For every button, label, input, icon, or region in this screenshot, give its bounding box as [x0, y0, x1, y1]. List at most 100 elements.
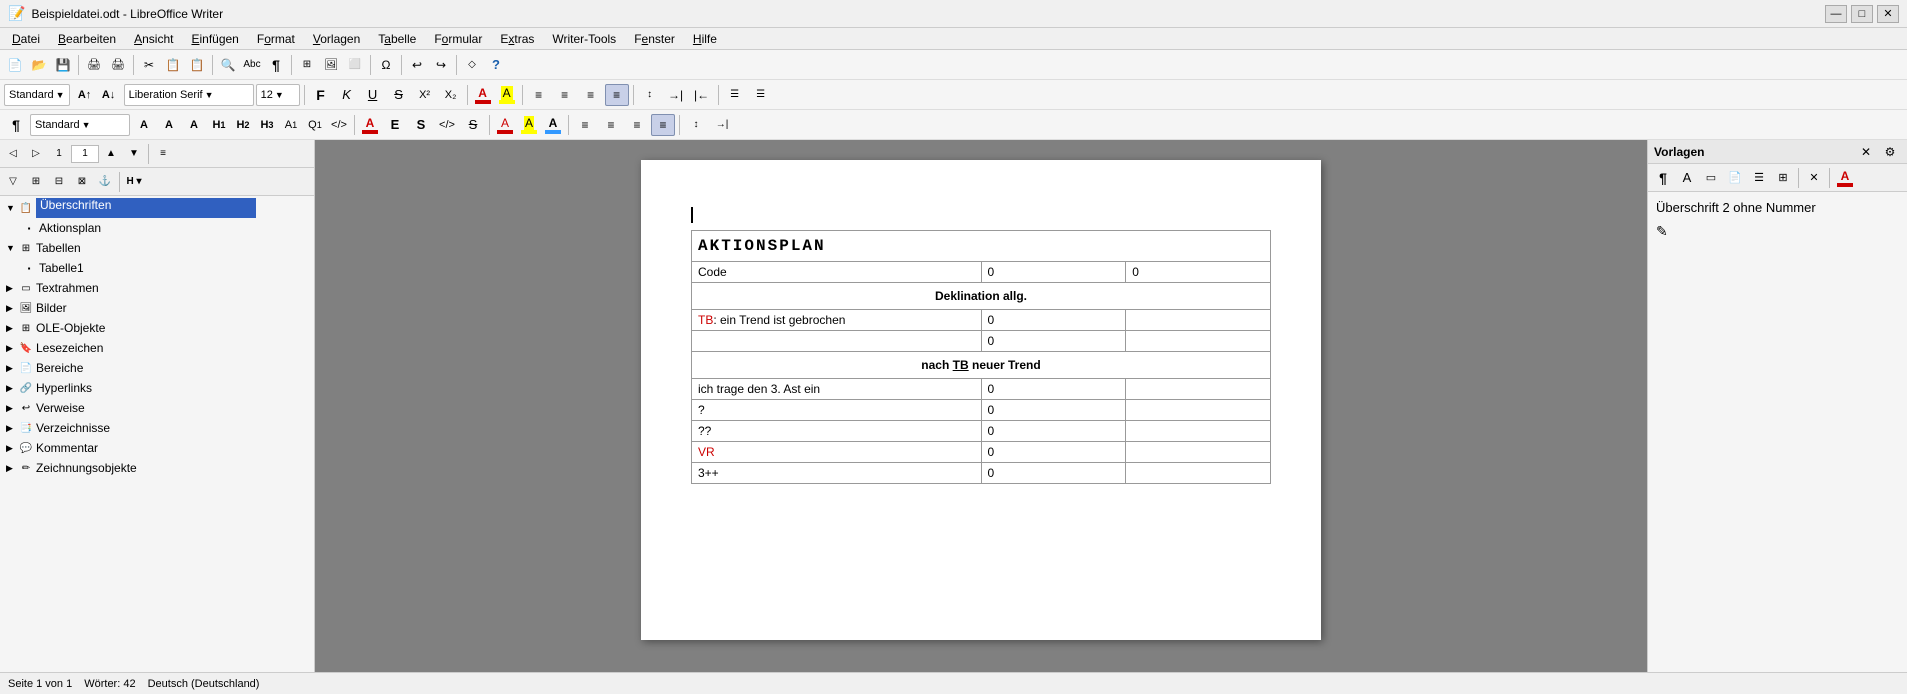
nav-item-tabelle1[interactable]: ▪ Tabelle1 — [2, 258, 312, 278]
para-align-justify[interactable]: ≡ — [651, 114, 675, 136]
nav-item-bereiche[interactable]: ▶ 📄 Bereiche — [2, 358, 312, 378]
nav-item-aktionsplan[interactable]: ▪ Aktionsplan — [2, 218, 312, 238]
nav-next[interactable]: ▷ — [25, 143, 47, 165]
italic-button[interactable]: K — [335, 84, 359, 106]
increase-font[interactable]: A↑ — [74, 84, 96, 106]
para-line-spacing[interactable]: ↕ — [684, 114, 708, 136]
print-button[interactable]: 🖨 — [107, 54, 129, 76]
vorlagen-close[interactable]: ✕ — [1855, 141, 1877, 163]
open-button[interactable]: 📂 — [28, 54, 50, 76]
nav-filter[interactable]: ▽ — [2, 171, 24, 193]
nav-item-lesezeichen[interactable]: ▶ 🔖 Lesezeichen — [2, 338, 312, 358]
expand-icon-4[interactable]: ▶ — [6, 303, 16, 314]
menu-format[interactable]: Format — [249, 30, 303, 48]
nav-item-verzeichnisse[interactable]: ▶ 📑 Verzeichnisse — [2, 418, 312, 438]
strikethrough-button[interactable]: S — [387, 84, 411, 106]
q-btn[interactable]: Q1 — [304, 114, 326, 136]
char-color-btn[interactable]: A — [359, 114, 381, 136]
special-char[interactable]: Ω — [375, 54, 397, 76]
bold-button[interactable]: F — [309, 84, 333, 106]
document-page[interactable]: AKTIONSPLAN Code 0 0 Deklination allg. T… — [641, 160, 1321, 640]
nav-item-hyperlinks[interactable]: ▶ 🔗 Hyperlinks — [2, 378, 312, 398]
h3-button[interactable]: A — [182, 114, 206, 136]
char-color-2[interactable]: A — [542, 114, 564, 136]
help-button[interactable]: ? — [485, 54, 507, 76]
maximize-button[interactable]: □ — [1851, 5, 1873, 23]
line-spacing[interactable]: ↕ — [638, 84, 662, 106]
page-input[interactable] — [71, 145, 99, 163]
formatting-marks[interactable]: ¶ — [265, 54, 287, 76]
nav-content[interactable]: ⊟ — [48, 171, 70, 193]
formatting-marks-2[interactable]: ¶ — [4, 114, 28, 136]
nav-item-ole[interactable]: ▶ ⊞ OLE-Objekte — [2, 318, 312, 338]
char-bg-color[interactable]: A — [494, 114, 516, 136]
draw-shape[interactable]: ◇ — [461, 54, 483, 76]
align-right[interactable]: ≡ — [579, 84, 603, 106]
copy-button[interactable]: 📋 — [162, 54, 184, 76]
expand-icon-12[interactable]: ▶ — [6, 463, 16, 474]
nav-prev[interactable]: ◁ — [2, 143, 24, 165]
vorlagen-para[interactable]: ¶ — [1652, 167, 1674, 189]
menu-vorlagen[interactable]: Vorlagen — [305, 30, 368, 48]
expand-icon-3[interactable]: ▶ — [6, 283, 16, 294]
h1-btn[interactable]: H1 — [208, 114, 230, 136]
insert-table[interactable]: ⊞ — [296, 54, 318, 76]
nav-item-zeichnungsobjekte[interactable]: ▶ ✏ Zeichnungsobjekte — [2, 458, 312, 478]
menu-formular[interactable]: Formular — [426, 30, 490, 48]
print-preview[interactable]: 🖨 — [83, 54, 105, 76]
menu-datei[interactable]: Datei — [4, 30, 48, 48]
nav-page-num[interactable]: 1 — [48, 143, 70, 165]
expand-icon-5[interactable]: ▶ — [6, 323, 16, 334]
find-button[interactable]: 🔍 — [217, 54, 239, 76]
nav-label-ueberschriften[interactable]: Überschriften — [36, 198, 256, 218]
nav-view-types[interactable]: ⊠ — [71, 171, 93, 193]
bullets[interactable]: ☰ — [723, 84, 747, 106]
menu-ansicht[interactable]: Ansicht — [126, 30, 181, 48]
document-area[interactable]: AKTIONSPLAN Code 0 0 Deklination allg. T… — [315, 140, 1647, 672]
align-justify[interactable]: ≡ — [605, 84, 629, 106]
expand-icon-10[interactable]: ▶ — [6, 423, 16, 434]
vorlagen-frame[interactable]: ▭ — [1700, 167, 1722, 189]
vorlagen-color[interactable]: A — [1834, 167, 1856, 189]
increase-indent[interactable]: →| — [664, 84, 688, 106]
numbering[interactable]: ☰ — [749, 84, 773, 106]
expand-icon-8[interactable]: ▶ — [6, 383, 16, 394]
h2-button[interactable]: A — [157, 114, 181, 136]
menu-einfuegen[interactable]: Einfügen — [183, 30, 246, 48]
expand-icon[interactable]: ▼ — [6, 203, 16, 213]
para-align-right[interactable]: ≡ — [625, 114, 649, 136]
menu-bearbeiten[interactable]: Bearbeiten — [50, 30, 124, 48]
nav-page-down[interactable]: ▼ — [123, 143, 145, 165]
vorlagen-page[interactable]: 📄 — [1724, 167, 1746, 189]
font-color-button[interactable]: A — [472, 84, 494, 106]
nav-h-button[interactable]: H ▾ — [123, 171, 145, 193]
vorlagen-char[interactable]: A — [1676, 167, 1698, 189]
vorlagen-list[interactable]: ☰ — [1748, 167, 1770, 189]
h1-button[interactable]: A — [132, 114, 156, 136]
nav-item-ueberschriften[interactable]: ▼ 📋 Überschriften — [2, 198, 312, 218]
nav-item-kommentar[interactable]: ▶ 💬 Kommentar — [2, 438, 312, 458]
redo-button[interactable]: ↪ — [430, 54, 452, 76]
minimize-button[interactable]: — — [1825, 5, 1847, 23]
new-button[interactable]: 📄 — [4, 54, 26, 76]
decrease-indent[interactable]: |← — [690, 84, 714, 106]
para-style-dropdown[interactable]: Standard ▼ — [30, 114, 130, 136]
nav-item-bilder[interactable]: ▶ 🖼 Bilder — [2, 298, 312, 318]
expand-icon-2[interactable]: ▼ — [6, 243, 16, 253]
char-strike[interactable]: S — [461, 114, 485, 136]
char-strong[interactable]: S — [409, 114, 433, 136]
menu-tabelle[interactable]: Tabelle — [370, 30, 424, 48]
highlight-color-button[interactable]: A — [496, 84, 518, 106]
style-dropdown[interactable]: Standard ▼ — [4, 84, 70, 106]
spellcheck-button[interactable]: Abc — [241, 54, 263, 76]
para-increase-indent[interactable]: →| — [710, 114, 734, 136]
indent-btn[interactable]: A1 — [280, 114, 302, 136]
close-button[interactable]: ✕ — [1877, 5, 1899, 23]
menu-fenster[interactable]: Fenster — [626, 30, 683, 48]
char-emphasis[interactable]: E — [383, 114, 407, 136]
expand-icon-6[interactable]: ▶ — [6, 343, 16, 354]
nav-list-mode[interactable]: ≡ — [152, 143, 174, 165]
h3-btn[interactable]: H3 — [256, 114, 278, 136]
decrease-font[interactable]: A↓ — [98, 84, 120, 106]
insert-image[interactable]: 🖼 — [320, 54, 342, 76]
